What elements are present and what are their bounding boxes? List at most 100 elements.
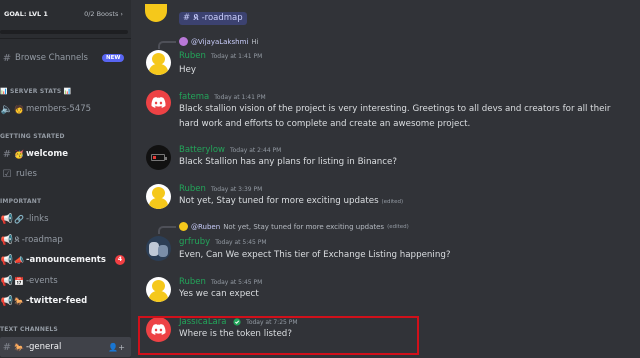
sidebar-item-label: -events [25,276,58,286]
megaphone-icon: 📢 [0,295,14,307]
message-text: Black stallion vision of the project is … [179,104,611,129]
sidebar-item-welcome[interactable]: # 🥳 welcome [0,144,131,164]
message-item: Ruben Today at 3:39 PM Not yet, Stay tune… [131,183,640,213]
loudspeaker-icon: 📣 [14,255,24,265]
edited-tag: (edited) [381,199,404,205]
timestamp: Today at 1:41 PM [214,94,266,101]
new-badge: NEW [101,54,125,62]
browse-channels-icon: # [2,52,12,64]
reply-edited-tag: (edited) [387,223,409,230]
message-header: Ruben Today at 1:41 PM [179,51,262,61]
person-icon: 🧑 [14,104,24,114]
message-header: Ruben Today at 5:45 PM [179,277,262,287]
message-text: Even, Can We expect This tier of Exchang… [179,250,451,260]
username[interactable]: Ruben [179,51,206,61]
message-header: Ruben Today at 3:39 PM [179,184,262,194]
discord-logo-icon [151,97,166,108]
speaker-icon: 🔈 [0,103,14,115]
message-text: Hey [179,65,197,75]
category-text-channels[interactable]: TEXT CHANNELS [0,326,58,333]
reply-connector [158,226,176,234]
timestamp: Today at 3:39 PM [210,186,263,193]
category-getting-started[interactable]: GETTING STARTED [0,133,65,140]
sidebar-item-label: -general [25,342,62,352]
username[interactable]: Batterylow [179,145,225,155]
browse-channels-item[interactable]: # Browse Channels NEW [0,48,131,68]
reply-avatar [179,37,188,46]
message-text: Yes we can expect [179,289,259,299]
hash-icon: # [2,148,12,160]
megaphone-icon: 📢 [0,275,14,287]
timestamp: Today at 5:45 PM [215,239,267,246]
category-server-stats[interactable]: 📊 SERVER STATS 📊 [0,88,71,95]
sidebar-item-twitter-feed[interactable]: 📢 🐎 -twitter-feed [0,291,131,311]
message-text: Black Stallion has any plans for listing… [179,157,398,167]
sidebar-item-label: welcome [25,149,68,159]
sidebar-item-label: members-5475 [25,104,92,114]
username[interactable]: Ruben [179,277,206,287]
message-item: @VijayaLakshmi Hi Ruben Today at 1:41 PM … [131,36,640,80]
partial-avatar [145,4,167,22]
reply-avatar [179,222,188,231]
checkbox-icon: ☑ [2,168,12,180]
add-member-icon[interactable]: 👤+ [108,343,125,352]
megaphone-icon: 📢 [0,213,14,225]
sidebar-item-announcements[interactable]: 📢 📣 -announcements 4 [0,250,131,270]
sidebar-divider [0,38,131,39]
wave-emoji-icon: 🥳 [14,149,24,159]
avatar[interactable] [146,277,171,302]
avatar[interactable] [146,90,171,115]
stats-chart-icon: 📊 [63,88,72,95]
sidebar-item-label: -announcements [25,255,106,265]
chat-area: # 𝕶 -roadmap @VijayaLakshmi Hi Ruben Toda… [131,0,640,358]
sidebar-item-label: -roadmap [21,235,63,245]
message-item: Batterylow Today at 2:44 PM Black Stallio… [131,144,640,174]
reply-text: Not yet, Stay tuned for more exciting up… [223,222,385,231]
battery-icon [151,154,167,161]
sidebar-item-label: -twitter-feed [25,296,88,306]
sidebar-item-members[interactable]: 🔈 🧑 members-5475 [0,99,131,119]
unread-count-badge: 4 [115,255,125,265]
username[interactable]: grfruby [179,237,210,247]
hash-icon: # [2,341,12,353]
reply-mention[interactable]: @Ruben [191,223,220,231]
boosts-count[interactable]: 0/2 Boosts › [84,10,123,18]
k-letter-icon: 𝕶 [14,235,20,244]
reply-text: Hi [251,37,259,46]
sidebar-item-general[interactable]: # 🐎 -general 👤+ [0,337,131,357]
megaphone-icon: 📢 [0,254,14,266]
horse-icon: 🐎 [14,296,24,306]
reply-connector [158,41,176,49]
channel-mention-chip[interactable]: # 𝕶 -roadmap [179,12,247,25]
stats-chart-icon: 📊 [0,88,8,95]
reply-preview[interactable]: @VijayaLakshmi Hi [179,37,259,46]
sidebar-item-rules[interactable]: ☑ rules [0,164,131,184]
username[interactable]: fatema [179,92,209,102]
boost-goal-header[interactable]: GOAL: LVL 1 0/2 Boosts › [0,0,131,34]
sidebar-item-events[interactable]: 📢 📅 -events [0,271,131,291]
goal-label: GOAL: LVL 1 [4,10,48,18]
avatar[interactable] [146,145,171,170]
message-header: grfruby Today at 5:45 PM [179,237,267,247]
message-item: @Ruben Not yet, Stay tuned for more exci… [131,220,640,264]
browse-channels-label: Browse Channels [15,53,88,63]
avatar[interactable] [146,50,171,75]
horse-icon: 🐎 [14,342,24,352]
reply-preview[interactable]: @Ruben Not yet, Stay tuned for more exci… [179,222,409,231]
timestamp: Today at 5:45 PM [210,279,263,286]
sidebar-item-roadmap[interactable]: 📢 𝕶 -roadmap [0,230,131,250]
category-important[interactable]: IMPORTANT [0,198,41,205]
sidebar-item-links[interactable]: 📢 🔗 -links [0,209,131,229]
reply-mention[interactable]: @VijayaLakshmi [191,38,248,46]
message-item: Ruben Today at 5:45 PM Yes we can expect [131,276,640,306]
sidebar-item-label: rules [16,169,37,179]
username[interactable]: Ruben [179,184,206,194]
message-header: Batterylow Today at 2:44 PM [179,145,281,155]
avatar[interactable] [146,236,171,261]
highlight-box [138,316,419,355]
avatar[interactable] [146,184,171,209]
boost-progress-bar [0,30,128,34]
message-item: fatema Today at 1:41 PM Black stallion vi… [131,89,640,133]
link-icon: 🔗 [14,214,24,224]
timestamp: Today at 2:44 PM [229,147,282,154]
